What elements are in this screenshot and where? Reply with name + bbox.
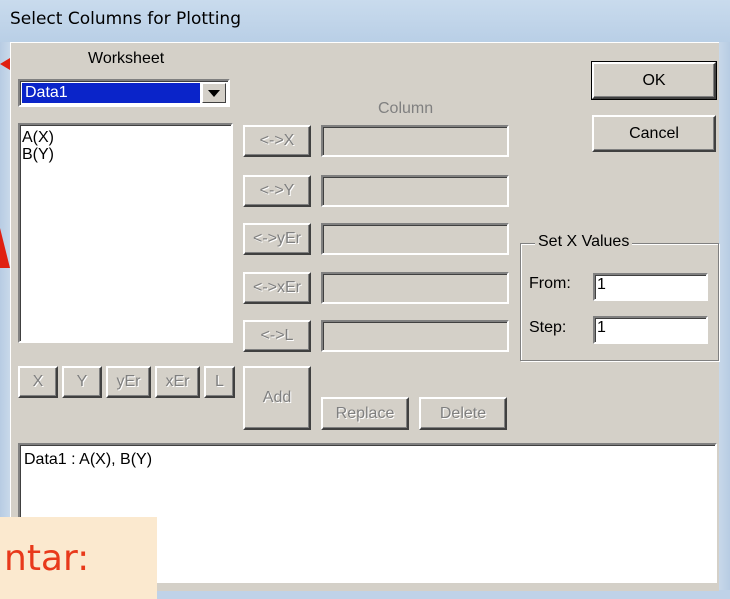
overlay-caption: ntar: [0,517,157,599]
set-x-values-group: Set X Values From: 1 Step: 1 [520,233,719,361]
yerr-column-field[interactable] [321,223,509,255]
type-y-button[interactable]: Y [62,366,102,398]
column-header-label: Column [378,100,434,117]
cancel-button[interactable]: Cancel [592,115,716,152]
type-x-button[interactable]: X [18,366,58,398]
xerr-column-field[interactable] [321,272,509,304]
assign-label-button[interactable]: <->L [243,320,311,352]
assign-xerr-button[interactable]: <->xEr [243,272,311,304]
title-bar: Select Columns for Plotting [0,0,730,42]
step-input-value: 1 [597,319,606,336]
window-title: Select Columns for Plotting [10,9,241,29]
window-frame-left [0,42,10,599]
assign-x-button[interactable]: <->X [243,125,311,157]
list-item-column-b[interactable]: B(Y) [20,146,231,163]
delete-button[interactable]: Delete [419,397,507,430]
type-yerr-button[interactable]: yEr [106,366,151,398]
worksheet-column-list[interactable]: A(X) B(Y) [18,123,233,343]
worksheet-label: Worksheet [88,50,165,67]
from-input[interactable]: 1 [593,273,708,301]
set-x-values-title: Set X Values [535,233,633,251]
step-input[interactable]: 1 [593,316,708,344]
worksheet-combobox[interactable]: Data1 [18,79,230,107]
red-arrow-icon [0,228,10,268]
dropdown-arrow-button[interactable] [202,83,226,103]
red-arrow-icon [0,58,10,70]
replace-button[interactable]: Replace [321,397,409,430]
type-label-button[interactable]: L [204,366,235,398]
select-columns-dialog: Worksheet Data1 A(X) B(Y) Column <->X <-… [10,42,719,591]
x-column-field[interactable] [321,125,509,157]
worksheet-selected-value: Data1 [22,83,200,103]
overlay-caption-text: ntar: [4,537,90,579]
list-item-column-a[interactable]: A(X) [20,129,231,146]
step-label: Step: [529,319,567,336]
from-input-value: 1 [597,276,606,293]
y-column-field[interactable] [321,175,509,207]
window-frame-right [718,42,730,599]
chevron-down-icon [208,89,220,97]
from-label: From: [529,275,571,292]
type-xerr-button[interactable]: xEr [155,366,200,398]
ok-button[interactable]: OK [591,61,717,100]
assign-y-button[interactable]: <->Y [243,175,311,207]
label-column-field[interactable] [321,320,509,352]
plot-list-item[interactable]: Data1 : A(X), B(Y) [20,451,715,468]
assign-yerr-button[interactable]: <->yEr [243,223,311,255]
add-button[interactable]: Add [243,366,311,430]
